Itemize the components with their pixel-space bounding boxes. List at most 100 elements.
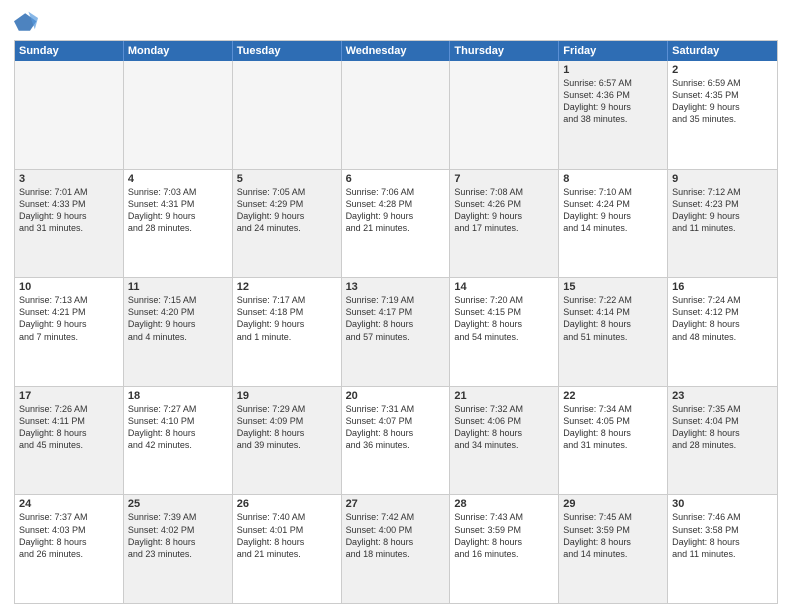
cell-info: Sunrise: 7:22 AM Sunset: 4:14 PM Dayligh… [563,294,663,343]
day-number: 20 [346,390,446,402]
cell-info: Sunrise: 7:20 AM Sunset: 4:15 PM Dayligh… [454,294,554,343]
cell-info: Sunrise: 6:57 AM Sunset: 4:36 PM Dayligh… [563,77,663,126]
calendar-cell-1-0: 3Sunrise: 7:01 AM Sunset: 4:33 PM Daylig… [15,170,124,278]
cell-info: Sunrise: 7:08 AM Sunset: 4:26 PM Dayligh… [454,186,554,235]
header-day-monday: Monday [124,41,233,61]
calendar-cell-3-2: 19Sunrise: 7:29 AM Sunset: 4:09 PM Dayli… [233,387,342,495]
cell-info: Sunrise: 7:35 AM Sunset: 4:04 PM Dayligh… [672,403,773,452]
calendar-header: SundayMondayTuesdayWednesdayThursdayFrid… [15,41,777,61]
day-number: 14 [454,281,554,293]
calendar-cell-0-0 [15,61,124,169]
cell-info: Sunrise: 7:12 AM Sunset: 4:23 PM Dayligh… [672,186,773,235]
calendar-cell-2-5: 15Sunrise: 7:22 AM Sunset: 4:14 PM Dayli… [559,278,668,386]
calendar-cell-3-5: 22Sunrise: 7:34 AM Sunset: 4:05 PM Dayli… [559,387,668,495]
day-number: 28 [454,498,554,510]
calendar-cell-2-0: 10Sunrise: 7:13 AM Sunset: 4:21 PM Dayli… [15,278,124,386]
calendar-body: 1Sunrise: 6:57 AM Sunset: 4:36 PM Daylig… [15,61,777,603]
cell-info: Sunrise: 7:42 AM Sunset: 4:00 PM Dayligh… [346,511,446,560]
cell-info: Sunrise: 7:01 AM Sunset: 4:33 PM Dayligh… [19,186,119,235]
calendar-cell-2-6: 16Sunrise: 7:24 AM Sunset: 4:12 PM Dayli… [668,278,777,386]
day-number: 27 [346,498,446,510]
header [14,10,778,34]
calendar-cell-3-3: 20Sunrise: 7:31 AM Sunset: 4:07 PM Dayli… [342,387,451,495]
cell-info: Sunrise: 7:27 AM Sunset: 4:10 PM Dayligh… [128,403,228,452]
header-day-sunday: Sunday [15,41,124,61]
day-number: 11 [128,281,228,293]
day-number: 17 [19,390,119,402]
day-number: 7 [454,173,554,185]
cell-info: Sunrise: 7:43 AM Sunset: 3:59 PM Dayligh… [454,511,554,560]
day-number: 22 [563,390,663,402]
day-number: 30 [672,498,773,510]
day-number: 16 [672,281,773,293]
cell-info: Sunrise: 7:46 AM Sunset: 3:58 PM Dayligh… [672,511,773,560]
day-number: 1 [563,64,663,76]
cell-info: Sunrise: 7:24 AM Sunset: 4:12 PM Dayligh… [672,294,773,343]
header-day-saturday: Saturday [668,41,777,61]
calendar-cell-2-3: 13Sunrise: 7:19 AM Sunset: 4:17 PM Dayli… [342,278,451,386]
cell-info: Sunrise: 7:34 AM Sunset: 4:05 PM Dayligh… [563,403,663,452]
day-number: 3 [19,173,119,185]
day-number: 25 [128,498,228,510]
calendar-cell-4-5: 29Sunrise: 7:45 AM Sunset: 3:59 PM Dayli… [559,495,668,603]
page: SundayMondayTuesdayWednesdayThursdayFrid… [0,0,792,612]
header-day-tuesday: Tuesday [233,41,342,61]
calendar-cell-4-2: 26Sunrise: 7:40 AM Sunset: 4:01 PM Dayli… [233,495,342,603]
calendar-cell-4-0: 24Sunrise: 7:37 AM Sunset: 4:03 PM Dayli… [15,495,124,603]
calendar-row-4: 24Sunrise: 7:37 AM Sunset: 4:03 PM Dayli… [15,494,777,603]
cell-info: Sunrise: 7:05 AM Sunset: 4:29 PM Dayligh… [237,186,337,235]
day-number: 29 [563,498,663,510]
day-number: 9 [672,173,773,185]
cell-info: Sunrise: 7:32 AM Sunset: 4:06 PM Dayligh… [454,403,554,452]
header-day-wednesday: Wednesday [342,41,451,61]
calendar-cell-0-6: 2Sunrise: 6:59 AM Sunset: 4:35 PM Daylig… [668,61,777,169]
cell-info: Sunrise: 7:45 AM Sunset: 3:59 PM Dayligh… [563,511,663,560]
cell-info: Sunrise: 7:19 AM Sunset: 4:17 PM Dayligh… [346,294,446,343]
day-number: 23 [672,390,773,402]
cell-info: Sunrise: 7:26 AM Sunset: 4:11 PM Dayligh… [19,403,119,452]
calendar-row-3: 17Sunrise: 7:26 AM Sunset: 4:11 PM Dayli… [15,386,777,495]
calendar-cell-4-6: 30Sunrise: 7:46 AM Sunset: 3:58 PM Dayli… [668,495,777,603]
day-number: 6 [346,173,446,185]
day-number: 10 [19,281,119,293]
calendar-row-2: 10Sunrise: 7:13 AM Sunset: 4:21 PM Dayli… [15,277,777,386]
day-number: 19 [237,390,337,402]
calendar-cell-1-1: 4Sunrise: 7:03 AM Sunset: 4:31 PM Daylig… [124,170,233,278]
calendar-cell-3-4: 21Sunrise: 7:32 AM Sunset: 4:06 PM Dayli… [450,387,559,495]
header-day-friday: Friday [559,41,668,61]
calendar-cell-0-4 [450,61,559,169]
header-day-thursday: Thursday [450,41,559,61]
calendar-cell-0-2 [233,61,342,169]
calendar-cell-3-0: 17Sunrise: 7:26 AM Sunset: 4:11 PM Dayli… [15,387,124,495]
cell-info: Sunrise: 7:37 AM Sunset: 4:03 PM Dayligh… [19,511,119,560]
logo-icon [14,10,38,34]
cell-info: Sunrise: 7:15 AM Sunset: 4:20 PM Dayligh… [128,294,228,343]
calendar-cell-0-1 [124,61,233,169]
day-number: 24 [19,498,119,510]
calendar-cell-2-4: 14Sunrise: 7:20 AM Sunset: 4:15 PM Dayli… [450,278,559,386]
calendar-cell-2-2: 12Sunrise: 7:17 AM Sunset: 4:18 PM Dayli… [233,278,342,386]
cell-info: Sunrise: 6:59 AM Sunset: 4:35 PM Dayligh… [672,77,773,126]
calendar: SundayMondayTuesdayWednesdayThursdayFrid… [14,40,778,604]
calendar-cell-4-4: 28Sunrise: 7:43 AM Sunset: 3:59 PM Dayli… [450,495,559,603]
day-number: 12 [237,281,337,293]
day-number: 13 [346,281,446,293]
calendar-cell-1-6: 9Sunrise: 7:12 AM Sunset: 4:23 PM Daylig… [668,170,777,278]
day-number: 26 [237,498,337,510]
cell-info: Sunrise: 7:06 AM Sunset: 4:28 PM Dayligh… [346,186,446,235]
day-number: 18 [128,390,228,402]
calendar-cell-3-6: 23Sunrise: 7:35 AM Sunset: 4:04 PM Dayli… [668,387,777,495]
cell-info: Sunrise: 7:40 AM Sunset: 4:01 PM Dayligh… [237,511,337,560]
cell-info: Sunrise: 7:10 AM Sunset: 4:24 PM Dayligh… [563,186,663,235]
calendar-cell-1-4: 7Sunrise: 7:08 AM Sunset: 4:26 PM Daylig… [450,170,559,278]
day-number: 8 [563,173,663,185]
calendar-cell-0-3 [342,61,451,169]
calendar-row-1: 3Sunrise: 7:01 AM Sunset: 4:33 PM Daylig… [15,169,777,278]
day-number: 2 [672,64,773,76]
logo [14,10,42,34]
calendar-row-0: 1Sunrise: 6:57 AM Sunset: 4:36 PM Daylig… [15,61,777,169]
cell-info: Sunrise: 7:03 AM Sunset: 4:31 PM Dayligh… [128,186,228,235]
day-number: 21 [454,390,554,402]
calendar-cell-1-3: 6Sunrise: 7:06 AM Sunset: 4:28 PM Daylig… [342,170,451,278]
cell-info: Sunrise: 7:39 AM Sunset: 4:02 PM Dayligh… [128,511,228,560]
